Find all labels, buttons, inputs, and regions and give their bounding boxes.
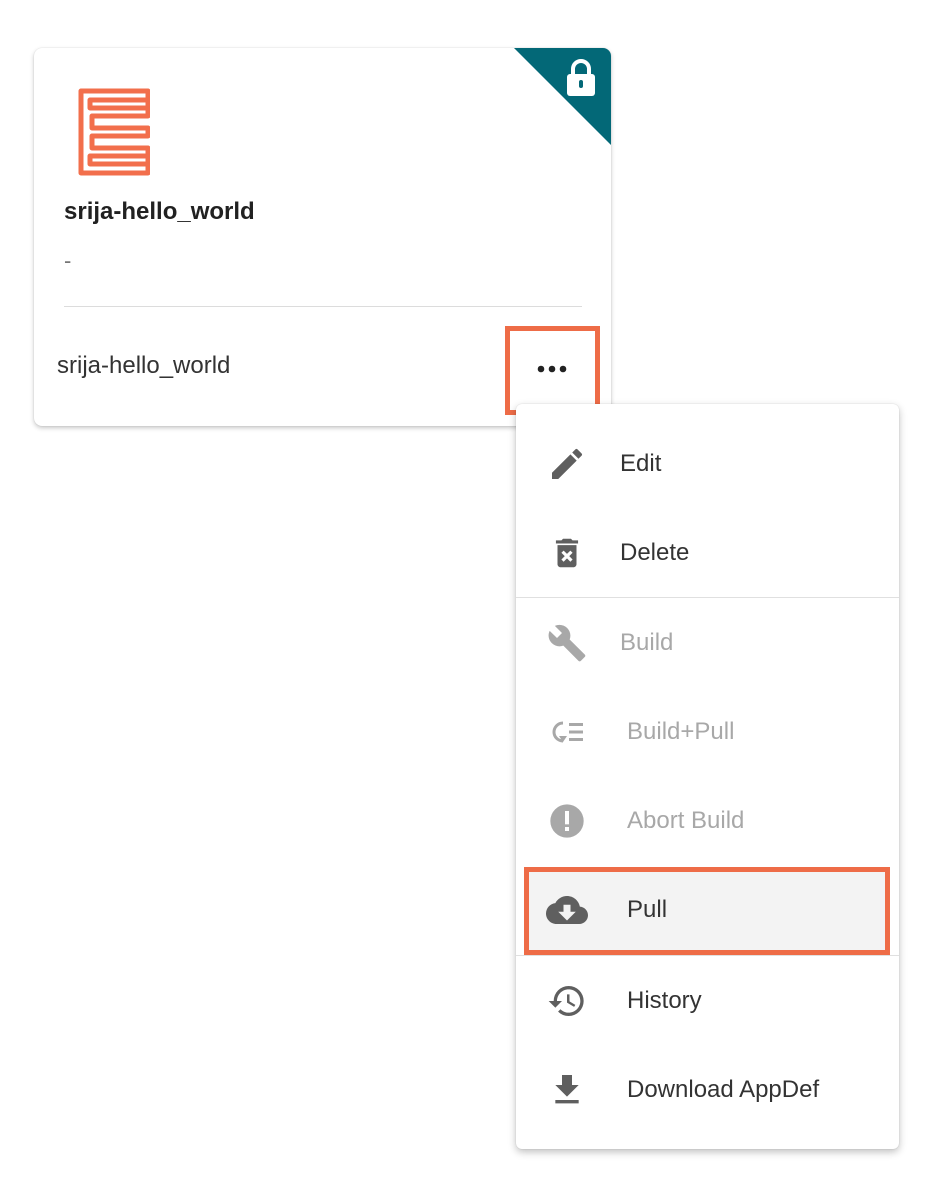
menu-item-abort-build[interactable]: Abort Build: [516, 776, 899, 865]
app-description: -: [64, 248, 72, 273]
context-menu: Edit Delete Build Build+Pull Abort Build…: [516, 404, 899, 1149]
app-subtitle: srija-hello_world: [57, 352, 231, 379]
more-horizontal-icon: [537, 365, 567, 373]
menu-item-label: History: [627, 986, 702, 1014]
app-title: srija-hello_world: [64, 198, 255, 225]
menu-item-build[interactable]: Build: [516, 598, 899, 687]
trash-icon: [546, 532, 588, 574]
menu-item-build-pull[interactable]: Build+Pull: [516, 687, 899, 776]
pencil-icon: [546, 443, 588, 485]
menu-item-delete[interactable]: Delete: [516, 508, 899, 597]
menu-item-label: Delete: [620, 538, 690, 566]
menu-item-label: Abort Build: [627, 806, 745, 834]
menu-item-history[interactable]: History: [516, 956, 899, 1045]
menu-item-label: Build+Pull: [627, 717, 735, 745]
menu-item-label: Edit: [620, 449, 662, 477]
menu-item-edit[interactable]: Edit: [516, 419, 899, 508]
more-options-button[interactable]: [529, 348, 575, 390]
build-pull-icon: [546, 711, 588, 753]
wrench-icon: [546, 622, 588, 664]
app-card[interactable]: srija-hello_world - srija-hello_world: [34, 48, 611, 426]
card-divider: [64, 306, 582, 307]
cloud-download-icon: [546, 889, 588, 931]
menu-item-label: Pull: [627, 895, 668, 923]
history-icon: [546, 980, 588, 1022]
menu-item-download-appdef[interactable]: Download AppDef: [516, 1045, 899, 1134]
menu-item-pull[interactable]: Pull: [526, 867, 888, 952]
menu-item-label: Download AppDef: [627, 1075, 820, 1103]
menu-item-label: Build: [620, 628, 674, 656]
alert-circle-icon: [546, 800, 588, 842]
app-logo-icon: [78, 88, 151, 176]
download-icon: [546, 1069, 588, 1111]
page: srija-hello_world - srija-hello_world Ed…: [0, 0, 942, 1188]
private-ribbon: [514, 48, 611, 145]
